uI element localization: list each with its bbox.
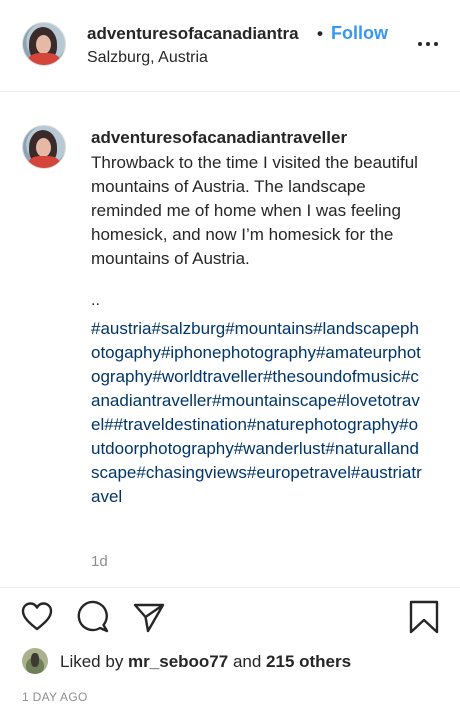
liker-avatar[interactable] (22, 648, 48, 674)
location-link[interactable]: Salzburg, Austria (87, 49, 208, 67)
caption-username[interactable]: adventuresofacanadiantraveller (91, 128, 347, 148)
likes-row: Liked by mr_seboo77 and 215 others (22, 648, 442, 674)
follow-button[interactable]: Follow (331, 23, 388, 44)
caption-dots: .. (91, 292, 100, 309)
share-icon[interactable] (132, 600, 166, 634)
caption-avatar[interactable] (22, 125, 66, 169)
caption-section: adventuresofacanadiantraveller Throwback… (0, 92, 460, 588)
likes-prefix: Liked by (60, 652, 129, 671)
caption-text: Throwback to the time I visited the beau… (91, 153, 418, 268)
likes-text: Liked by mr_seboo77 and 215 others (60, 652, 351, 672)
post-header: adventuresofacanadiantra • Follow Salzbu… (0, 0, 460, 92)
separator-dot: • (317, 24, 323, 43)
caption-time: 1d (91, 553, 108, 570)
author-avatar[interactable] (22, 22, 66, 66)
post-timestamp: 1 DAY AGO (22, 690, 88, 704)
more-options-icon[interactable] (415, 34, 441, 54)
author-username[interactable]: adventuresofacanadiantra (87, 24, 299, 44)
bookmark-icon[interactable] (407, 600, 441, 634)
likes-count-link[interactable]: 215 others (266, 652, 351, 671)
liker-username[interactable]: mr_seboo77 (128, 652, 228, 671)
comment-icon[interactable] (76, 600, 110, 634)
heart-icon[interactable] (20, 600, 54, 634)
caption-hashtags[interactable]: #austria#salzburg#mountains#landscapepho… (91, 317, 423, 509)
action-bar (0, 588, 460, 648)
likes-middle: and (228, 652, 267, 671)
